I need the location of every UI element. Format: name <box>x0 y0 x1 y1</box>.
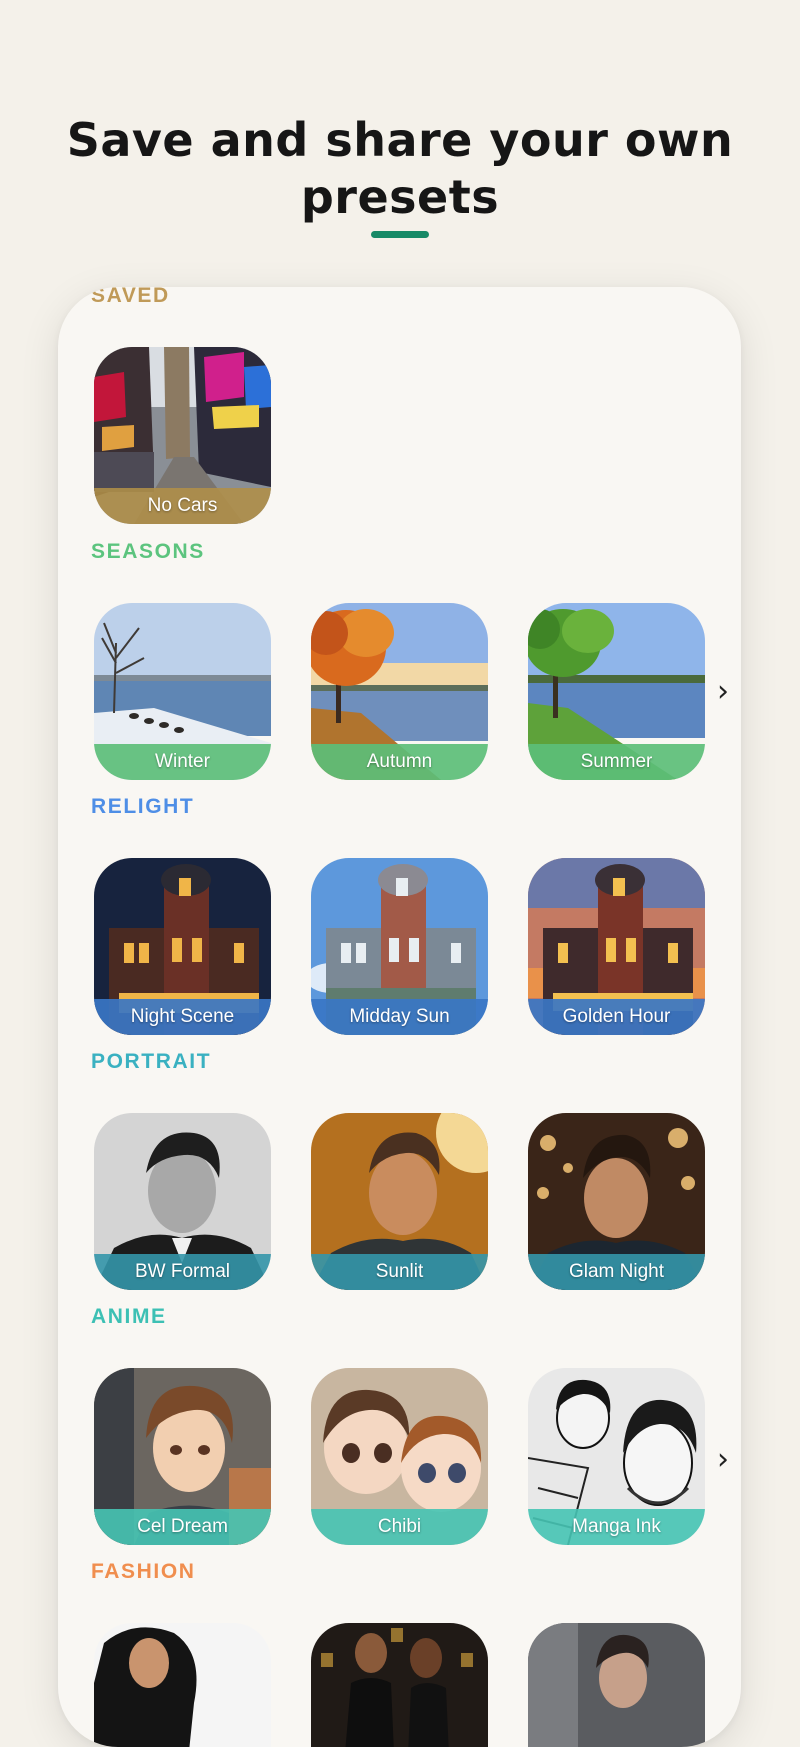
section-title-portrait: PORTRAIT <box>91 1050 212 1073</box>
headline-line-1: Save and share your own <box>66 113 734 167</box>
preset-label: Glam Night <box>528 1254 705 1290</box>
preset-label: Night Scene <box>94 999 271 1035</box>
preset-tile-cel-dream[interactable]: Cel Dream <box>94 1368 271 1545</box>
preset-label: Golden Hour <box>528 999 705 1035</box>
headline-line-2: presets <box>300 170 500 224</box>
preset-label: Cel Dream <box>94 1509 271 1545</box>
preset-label: Chibi <box>311 1509 488 1545</box>
preset-tile-bw-formal[interactable]: BW Formal <box>94 1113 271 1290</box>
section-title-saved: SAVED <box>91 287 170 307</box>
fashion-man-thumbnail <box>528 1623 705 1747</box>
preset-tile-sunlit[interactable]: Sunlit <box>311 1113 488 1290</box>
section-title-anime: ANIME <box>91 1305 167 1328</box>
preset-tile-glam-night[interactable]: Glam Night <box>528 1113 705 1290</box>
section-title-fashion: FASHION <box>91 1560 196 1583</box>
phone-frame: SAVED No Cars SEASONS Winter Autumn Summ… <box>58 287 741 1747</box>
preset-label: Sunlit <box>311 1254 488 1290</box>
preset-tile-night-scene[interactable]: Night Scene <box>94 858 271 1035</box>
preset-label: Midday Sun <box>311 999 488 1035</box>
preset-tile-fashion-1[interactable] <box>94 1623 271 1747</box>
chevron-right-icon[interactable]: › <box>712 1445 734 1475</box>
preset-tile-midday-sun[interactable]: Midday Sun <box>311 858 488 1035</box>
fashion-woman-thumbnail <box>94 1623 271 1747</box>
preset-tile-chibi[interactable]: Chibi <box>311 1368 488 1545</box>
preset-tile-manga-ink[interactable]: Manga Ink <box>528 1368 705 1545</box>
headline-underline <box>371 231 429 238</box>
section-title-seasons: SEASONS <box>91 540 205 563</box>
preset-tile-fashion-3[interactable] <box>528 1623 705 1747</box>
preset-label: Summer <box>528 744 705 780</box>
section-title-relight: RELIGHT <box>91 795 195 818</box>
chevron-right-icon[interactable]: › <box>712 677 734 707</box>
preset-label: No Cars <box>94 488 271 524</box>
preset-tile-no-cars[interactable]: No Cars <box>94 347 271 524</box>
preset-label: Manga Ink <box>528 1509 705 1545</box>
preset-tile-summer[interactable]: Summer <box>528 603 705 780</box>
preset-tile-winter[interactable]: Winter <box>94 603 271 780</box>
headline: Save and share your own presets <box>0 112 800 226</box>
preset-label: Autumn <box>311 744 488 780</box>
preset-tile-golden-hour[interactable]: Golden Hour <box>528 858 705 1035</box>
preset-label: Winter <box>94 744 271 780</box>
fashion-couple-thumbnail <box>311 1623 488 1747</box>
preset-tile-fashion-2[interactable] <box>311 1623 488 1747</box>
preset-label: BW Formal <box>94 1254 271 1290</box>
preset-tile-autumn[interactable]: Autumn <box>311 603 488 780</box>
